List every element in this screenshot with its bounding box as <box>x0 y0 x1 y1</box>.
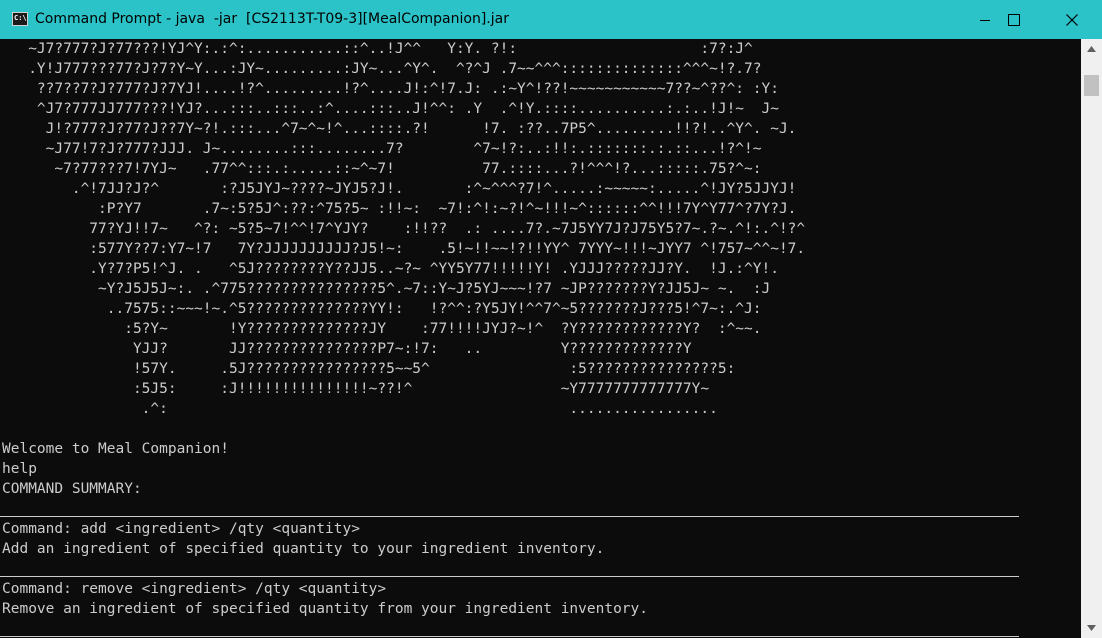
separator-line <box>0 516 1019 517</box>
title-bar[interactable]: C:\ Command Prompt - java -jar [CS2113T-… <box>0 0 1102 39</box>
ascii-art-line: :5J5: :J!!!!!!!!!!!!!!!~??!^ ~Y777777777… <box>2 381 710 397</box>
scrollbar-thumb[interactable] <box>1084 75 1099 96</box>
typed-command: help <box>2 461 37 477</box>
command-syntax: Command: add <ingredient> /qty <quantity… <box>2 521 360 537</box>
maximize-icon <box>1008 13 1020 26</box>
command-description: Remove an ingredient of specified quanti… <box>2 601 649 617</box>
ascii-art-line: .^: ................. <box>2 401 718 417</box>
ascii-art-line: .^!7JJ?J?^ :?J5JYJ~????~JYJ5?J!. :^~^^^?… <box>2 181 797 197</box>
command-summary-heading: COMMAND SUMMARY: <box>2 481 142 497</box>
chevron-up-icon <box>1087 46 1096 52</box>
chevron-down-icon <box>1087 625 1096 631</box>
ascii-art-line: ~7?77???7!7YJ~ .77^^:::.:.....::~^~7! 77… <box>2 161 762 177</box>
ascii-art-line: .Y?7?P5!^J. . ^5J????????Y??JJ5..~?~ ^YY… <box>2 261 779 277</box>
command-prompt-window: C:\ Command Prompt - java -jar [CS2113T-… <box>0 0 1102 638</box>
separator-line <box>0 576 1019 577</box>
ascii-art-line: ~J77!7?J?777?JJJ. J~........:::........7… <box>2 141 762 157</box>
ascii-art-line: !57Y. .5J????????????????5~~5^ :5???????… <box>2 361 736 377</box>
ascii-art-line: ~Y?J5J5J~:. .^775???????????????5^.~7::Y… <box>2 281 771 297</box>
command-description: Add an ingredient of specified quantity … <box>2 541 605 557</box>
scroll-up-button[interactable] <box>1081 39 1102 59</box>
ascii-art-line: ..7575::~~~!~.^5??????????????YY!: !?^^:… <box>2 301 762 317</box>
window-title: Command Prompt - java -jar [CS2113T-T09-… <box>35 11 509 27</box>
console-output[interactable]: ~J7?777?J?77???!YJ^Y:.:^:...........::^.… <box>0 39 1081 638</box>
separator-line <box>0 636 1019 637</box>
close-icon <box>1066 13 1078 26</box>
command-prompt-icon[interactable]: C:\ <box>12 12 28 26</box>
ascii-art-line: 77?YJ!!7~ ^?: ~5?5~7!^^!7^YJY? :!!?? .: … <box>2 221 806 237</box>
scroll-down-button[interactable] <box>1081 618 1102 638</box>
maximize-button[interactable] <box>985 0 1043 39</box>
vertical-scrollbar[interactable] <box>1081 39 1102 638</box>
welcome-message: Welcome to Meal Companion! <box>2 441 229 457</box>
ascii-art-line: YJJ? JJ???????????????P7~:!7: .. Y??????… <box>2 341 692 357</box>
ascii-art-line: :577Y??7:Y7~!7 7Y?JJJJJJJJJJ?J5!~: .5!~!… <box>2 241 806 257</box>
ascii-art-line: ^J7?777JJ777???!YJ?...:::..:::..:^....::… <box>2 101 779 117</box>
command-syntax: Command: remove <ingredient> /qty <quant… <box>2 581 387 597</box>
ascii-art-line: ~J7?777?J?77???!YJ^Y:.:^:...........::^.… <box>2 41 753 57</box>
ascii-art-line: :P?Y7 .7~:5?5J^:??:^75?5~ :!!~: ~7!:^!:~… <box>2 201 797 217</box>
ascii-art-line: .Y!J777???77?J?7?Y~Y...:JY~.........:JY~… <box>2 61 762 77</box>
ascii-art-line: J!?777?J?77?J??7Y~?!.:::...^7~^~!^...:::… <box>2 121 797 137</box>
ascii-art-line: :5?Y~ !Y??????????????JY :77!!!!JYJ?~!^ … <box>2 321 762 337</box>
ascii-art-line: ??7??7?J?777?J?7YJ!....!?^.........!?^..… <box>2 81 779 97</box>
close-button[interactable] <box>1043 0 1101 39</box>
